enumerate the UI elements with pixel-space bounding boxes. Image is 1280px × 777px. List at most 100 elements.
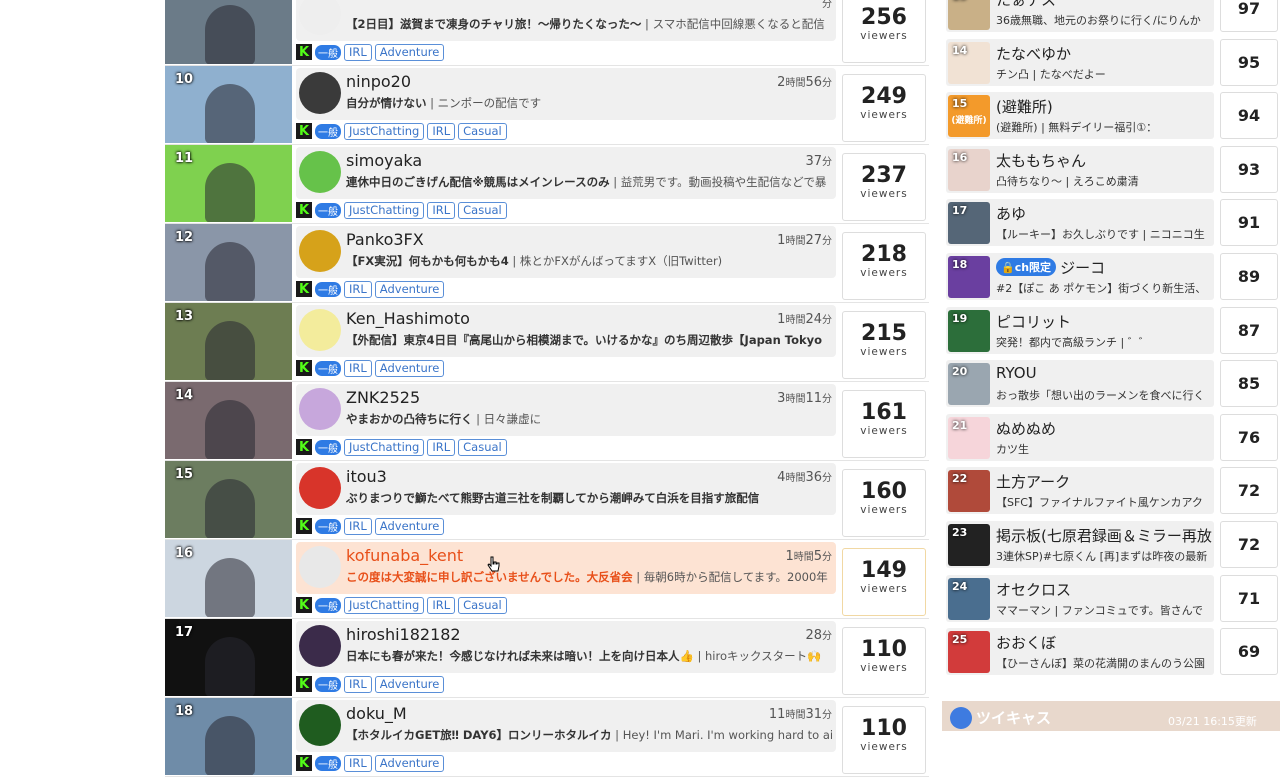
sidebar-avatar[interactable]: 21 — [948, 416, 990, 459]
sidebar-avatar[interactable]: 15 (避難所) — [948, 95, 990, 138]
sidebar-stream-info[interactable]: 22 土方アーク【SFC】ファイナルファイト風ケンカアク — [946, 467, 1214, 515]
sidebar-stream-title[interactable]: 【SFC】ファイナルファイト風ケンカアク — [996, 494, 1211, 510]
twitcasting-section-header[interactable]: ツイキャス 03/21 16:15更新 — [942, 701, 1280, 731]
streamer-avatar[interactable] — [299, 704, 341, 746]
tag-link[interactable]: IRL — [344, 359, 372, 377]
sidebar-stream-info[interactable]: 24 オセクロスママーマン | ファンコミュです。皆さんで — [946, 574, 1214, 622]
stream-row[interactable]: 11 simoyaka 連休中日のごきげん配信※競馬はメインレースのみ | 益荒男で… — [165, 145, 929, 224]
sidebar-avatar[interactable]: 23 — [948, 523, 990, 566]
streamer-avatar[interactable] — [299, 72, 341, 114]
stream-info[interactable]: ZNK2525 やまおかの凸待ちに行く | 日々謙虚に 3時間11分 — [296, 384, 836, 436]
sidebar-stream-title[interactable]: #2【ぽこ あ ポケモン】街づくり新生活、 — [996, 280, 1211, 296]
tag-link[interactable]: IRL — [427, 438, 456, 456]
tag-link[interactable]: IRL — [344, 754, 372, 772]
sidebar-stream-info[interactable]: 14 たなべゆかチン凸 | たなべだよー — [946, 38, 1214, 86]
sidebar-stream-info[interactable]: 20 RYOU おっ散歩「想い出のラーメンを食べに行く — [946, 360, 1214, 408]
sidebar-streamer-name[interactable]: おおくぼ — [996, 632, 1056, 653]
sidebar-streamer-name[interactable]: 太ももちゃん — [996, 150, 1086, 171]
tag-link[interactable]: Casual — [458, 201, 507, 219]
tag-link[interactable]: JustChatting — [344, 438, 425, 456]
stream-thumbnail[interactable]: 14 — [165, 382, 292, 459]
sidebar-stream-info[interactable]: 23 掲示板(七原君録画＆ミラー再放 3連休SP)#七原くん [再]まずは昨夜の最新 — [946, 520, 1214, 568]
tag-link[interactable]: Adventure — [374, 359, 445, 377]
sidebar-stream-title[interactable]: おっ散歩「想い出のラーメンを食べに行く — [996, 387, 1211, 403]
sidebar-streamer-name[interactable]: 土方アーク — [996, 471, 1070, 492]
sidebar-stream-info[interactable]: 25 おおくぼ 【ひーさんぼ】菜の花満開のまんのう公園 — [946, 628, 1214, 676]
sidebar-stream-item[interactable]: 25 おおくぼ 【ひーさんぼ】菜の花満開のまんのう公園 69 — [942, 626, 1280, 680]
stream-info[interactable]: Panko3FX 【FX実況】何もかも何もかも4 | 株とかFXがんばってますX（… — [296, 226, 836, 278]
stream-thumbnail[interactable]: 16 — [165, 540, 292, 617]
stream-info[interactable]: Ken_Hashimoto 【外配信】東京4日目『高尾山から相模湖まで。いけるかな… — [296, 305, 836, 357]
sidebar-streamer-name[interactable]: オセクロス — [996, 579, 1071, 600]
sidebar-stream-title[interactable]: 【ひーさんぼ】菜の花満開のまんのう公園 — [996, 655, 1211, 671]
streamer-name[interactable]: hiroshi182182 — [346, 625, 461, 644]
stream-info[interactable]: hiroshi182182 日本にも春が来た！今感じなければ未来は暗い！上を向け日… — [296, 621, 836, 673]
tag-link[interactable]: Casual — [458, 438, 507, 456]
sidebar-avatar[interactable]: 13 — [948, 0, 990, 30]
sidebar-streamer-name[interactable]: 🔒ch限定 ジーコ — [996, 257, 1105, 278]
streamer-name[interactable]: doku_M — [346, 704, 407, 723]
tag-link[interactable]: Casual — [458, 122, 507, 140]
sidebar-avatar[interactable]: 14 — [948, 41, 990, 84]
stream-title[interactable]: この度は大変誠に申し訳ございませんでした。大反省会 | 毎朝6時から配信してます… — [346, 569, 832, 585]
sidebar-stream-title[interactable]: チン凸 | たなべだよー — [996, 66, 1211, 82]
sidebar-streamer-name[interactable]: 掲示板(七原君録画＆ミラー再放 — [996, 525, 1212, 546]
stream-info[interactable]: 【2日目】滋賀まで凍身のチャリ旅！〜帰りたくなった〜 | スマホ配信中回線悪くな… — [296, 0, 836, 41]
sidebar-avatar[interactable]: 22 — [948, 470, 990, 513]
stream-row[interactable]: 15 itou3 ぶりまつりで鰤たべて熊野古道三社を制覇してから潮岬みて白浜を目指す… — [165, 461, 929, 540]
sidebar-stream-item[interactable]: 20 RYOU おっ散歩「想い出のラーメンを食べに行く 85 — [942, 358, 1280, 412]
streamer-avatar[interactable] — [299, 388, 341, 430]
tag-link[interactable]: IRL — [344, 675, 372, 693]
sidebar-stream-title[interactable]: 凸待ちなり〜 | えろこめ粛清 — [996, 173, 1211, 189]
tag-link[interactable]: Casual — [458, 596, 507, 614]
tag-link[interactable]: IRL — [344, 43, 372, 61]
stream-title[interactable]: 【FX実況】何もかも何もかも4 | 株とかFXがんばってますX（旧Twitter… — [346, 253, 832, 269]
streamer-name[interactable]: Ken_Hashimoto — [346, 309, 470, 328]
tag-link[interactable]: IRL — [427, 201, 456, 219]
tag-link[interactable]: IRL — [344, 517, 372, 535]
sidebar-streamer-name[interactable]: ぬめぬめ — [996, 418, 1056, 439]
stream-info[interactable]: itou3 ぶりまつりで鰤たべて熊野古道三社を制覇してから潮岬みて白浜を目指す旅配… — [296, 463, 836, 515]
streamer-avatar[interactable] — [299, 151, 341, 193]
tag-link[interactable]: Adventure — [374, 517, 445, 535]
stream-info[interactable]: ninpo20 自分が情けない | ニンポーの配信です 2時間56分 — [296, 68, 836, 120]
stream-row[interactable]: 【2日目】滋賀まで凍身のチャリ旅！〜帰りたくなった〜 | スマホ配信中回線悪くな… — [165, 0, 929, 66]
streamer-name[interactable]: ninpo20 — [346, 72, 411, 91]
sidebar-stream-title[interactable]: カツ生 — [996, 441, 1211, 457]
sidebar-stream-title[interactable]: ママーマン | ファンコミュです。皆さんで — [996, 602, 1211, 618]
streamer-name[interactable]: kofunaba_kent — [346, 546, 463, 565]
sidebar-stream-item[interactable]: 22 土方アーク 【SFC】ファイナルファイト風ケンカアク 72 — [942, 465, 1280, 519]
stream-row[interactable]: 18 doku_M 【ホタルイカGET旅‼ DAY6】ロンリーホタルイカ | Hey… — [165, 698, 929, 777]
sidebar-stream-item[interactable]: 23 掲示板(七原君録画＆ミラー再放 3連休SP)#七原くん [再]まずは昨夜の最新… — [942, 519, 1280, 573]
sidebar-avatar[interactable]: 17 — [948, 202, 990, 245]
stream-thumbnail[interactable]: 15 — [165, 461, 292, 538]
sidebar-streamer-name[interactable]: (避難所) — [996, 96, 1053, 117]
sidebar-avatar[interactable]: 20 — [948, 363, 990, 406]
streamer-name[interactable]: simoyaka — [346, 151, 422, 170]
sidebar-stream-item[interactable]: 15 (避難所) (避難所) (避難所) | 無料デイリー福引①： 94 — [942, 90, 1280, 144]
tag-link[interactable]: Adventure — [374, 754, 445, 772]
sidebar-stream-info[interactable]: 17 あゆ 【ルーキー】お久しぶりです | ニコニコ生 — [946, 199, 1214, 247]
stream-thumbnail[interactable]: 10 — [165, 66, 292, 143]
sidebar-stream-item[interactable]: 18 🔒ch限定 ジーコ #2【ぽこ あ ポケモン】街づくり新生活、 89 — [942, 251, 1280, 305]
sidebar-avatar[interactable]: 24 — [948, 577, 990, 620]
sidebar-stream-item[interactable]: 24 オセクロス ママーマン | ファンコミュです。皆さんで 71 — [942, 573, 1280, 627]
sidebar-stream-title[interactable]: 突発！都内で高級ランチ | ゛゛ — [996, 334, 1211, 350]
sidebar-stream-info[interactable]: 16 太ももちゃん 凸待ちなり〜 | えろこめ粛清 — [946, 145, 1214, 193]
stream-row[interactable]: 14 ZNK2525 やまおかの凸待ちに行く | 日々謙虚に 3時間11分 K 一般 Jus… — [165, 382, 929, 461]
tag-link[interactable]: JustChatting — [344, 122, 425, 140]
stream-title[interactable]: 自分が情けない | ニンポーの配信です — [346, 95, 832, 111]
streamer-name[interactable]: ZNK2525 — [346, 388, 420, 407]
stream-row[interactable]: 13 Ken_Hashimoto 【外配信】東京4日目『高尾山から相模湖まで。いける… — [165, 303, 929, 382]
sidebar-stream-info[interactable]: 18 🔒ch限定 ジーコ #2【ぽこ あ ポケモン】街づくり新生活、 — [946, 252, 1214, 300]
sidebar-stream-item[interactable]: 14 たなべゆか チン凸 | たなべだよー 95 — [942, 37, 1280, 91]
sidebar-streamer-name[interactable]: たなべゆか — [996, 43, 1071, 64]
streamer-avatar[interactable] — [299, 625, 341, 667]
stream-title[interactable]: 連休中日のごきげん配信※競馬はメインレースのみ | 益荒男です。動画投稿や生配信… — [346, 174, 832, 190]
sidebar-stream-item[interactable]: 16 太ももちゃん 凸待ちなり〜 | えろこめ粛清 93 — [942, 144, 1280, 198]
stream-thumbnail[interactable] — [165, 0, 292, 64]
tag-link[interactable]: IRL — [427, 596, 456, 614]
sidebar-streamer-name[interactable]: RYOU — [996, 364, 1037, 382]
sidebar-stream-info[interactable]: 13 たぁテス 36歳無職、地元のお祭りに行く/にりんか — [946, 0, 1214, 32]
tag-link[interactable]: IRL — [344, 280, 372, 298]
